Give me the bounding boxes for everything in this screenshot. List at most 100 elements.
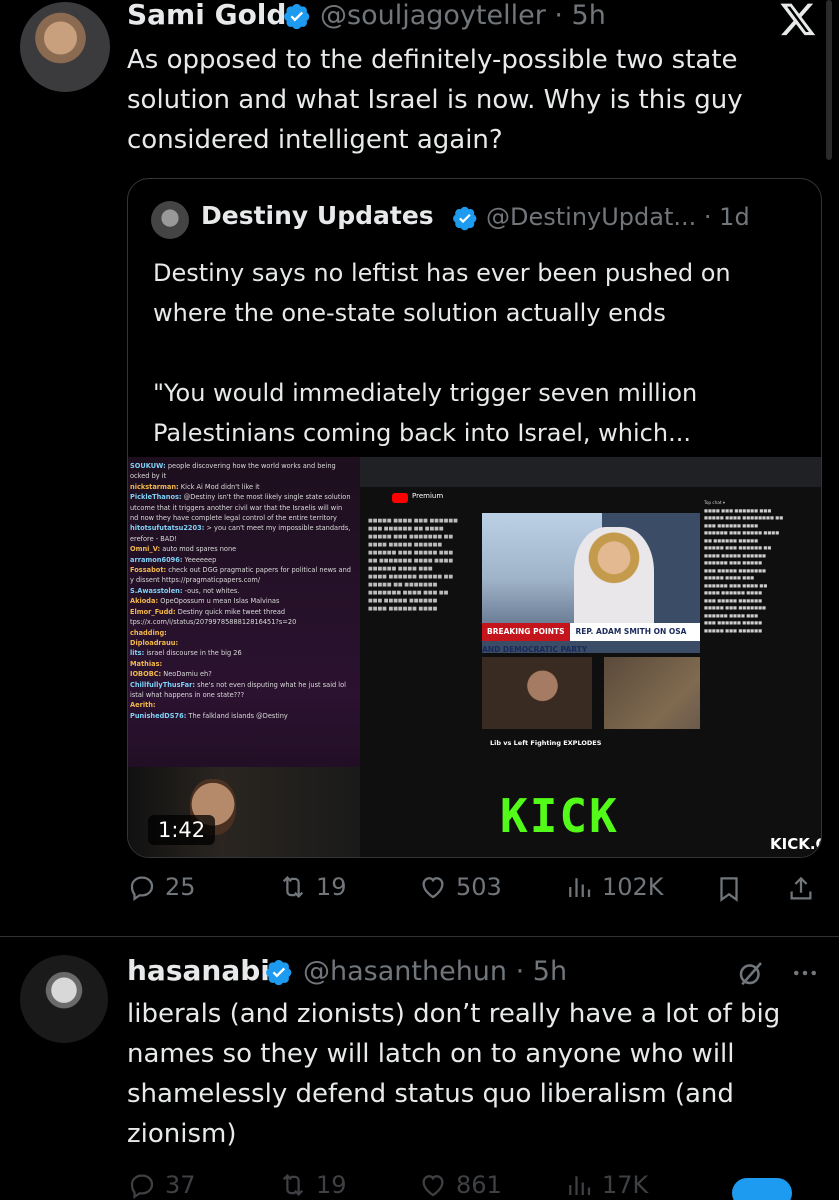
breaking-label: BREAKING POINTS [482,623,570,641]
chat-message: tps://x.com/i/status/2079978588812816451… [130,618,297,627]
repost-button[interactable]: 19 [278,872,347,902]
chat-username: Diploadrauu: [130,638,179,647]
quoted-text-line2: "You would immediately trigger seven mil… [153,379,698,447]
chat-message: ocked by it [130,472,167,481]
repost-count: 19 [316,1171,347,1199]
chat-username: hitotsufutatsu2203: [130,524,205,533]
youtube-premium-label: Premium [412,492,444,500]
views-button[interactable]: 17K [564,1170,648,1200]
quoted-author-handle[interactable]: @DestinyUpdat... · 1d [486,203,750,231]
author-name[interactable]: hasanabi [127,954,270,987]
author-handle[interactable]: @hasanthehun [303,956,507,987]
stream-title: Lib vs Left Fighting EXPLODES [490,739,602,747]
chat-line: nickstarman: Kick Ai Mod didn't like it [130,482,357,492]
chat-line: Diploadrauu: [130,638,357,648]
like-button[interactable]: 503 [418,872,502,902]
guest-webcam [482,657,592,729]
browser-window: Premium ■■■■■ ■■■■ ■■■ ■■■■■■ ■■■ ■■■■■■ … [360,457,821,857]
browser-toolbar [360,457,821,487]
chat-username: PunishedDS76: [130,711,187,720]
kick-logo: KICK [500,789,619,843]
reply-icon [130,1174,154,1200]
chat-username: Akioda: [130,597,159,606]
avatar[interactable] [20,955,108,1043]
chat-username: IOBOBC: [130,670,162,679]
chat-line: lits: israel discourse in the big 26 [130,648,357,658]
chat-username: Elmor_Fudd: [130,607,176,616]
chat-message: istal what happens in one state??? [130,690,245,699]
post-text: liberals (and zionists) don’t really hav… [127,999,781,1149]
avatar[interactable] [20,2,110,92]
repost-icon [282,1174,304,1196]
video-thumbnail[interactable]: SOUKUW: people discovering how the world… [128,457,821,857]
chat-username: Aerith: [130,701,156,710]
chat-message: nd now they have complete legal control … [130,514,337,523]
chat-username: lits: [130,649,145,658]
author-name[interactable]: Sami Gold [127,0,286,31]
chat-message: she's not even disputing what he just sa… [194,680,347,689]
views-button[interactable]: 102K [564,872,664,902]
views-count: 17K [602,1171,649,1199]
chat-line: y dissent https://pragmaticpapers.com/ [130,575,357,585]
chat-username: Fossabot: [130,566,167,575]
views-icon [569,1176,591,1195]
quoted-post[interactable]: Destiny Updates @DestinyUpdat... · 1d De… [127,178,822,858]
chat-message: auto mod spares none [160,545,237,554]
like-button[interactable]: 861 [418,1170,502,1200]
chat-message: people discovering how the world works a… [165,462,336,470]
youtube-logo-icon [392,493,408,503]
quoted-post-text: Destiny says no leftist has ever been pu… [153,253,803,453]
chat-line: SOUKUW: people discovering how the world… [130,461,357,471]
floating-compose-button[interactable] [732,1178,792,1200]
chat-line: tps://x.com/i/status/2079978588812816451… [130,617,357,627]
chat-username: chadding: [130,628,167,637]
chat-message: check out DGG pragmatic papers for polit… [166,566,351,575]
chat-line: ChillfullyThusFar: she's not even disput… [130,680,357,690]
news-anchor [574,527,654,637]
verified-badge-icon [284,4,310,30]
youtube-live-chat: Top chat ▾ ■■■■ ■■■ ■■■■■■ ■■■ ■■■■■ ■■■■ … [700,499,821,829]
chat-line: PunishedDS76: The falkland islands @Dest… [130,711,357,721]
x-logo-icon[interactable] [776,0,820,38]
post-time[interactable]: · 5h [516,956,567,987]
chat-line: hitotsufutatsu2203: > you can't meet my … [130,523,357,533]
chat-message: Yeeeeeep [182,555,217,564]
like-count: 503 [456,873,502,901]
chat-line: IOBOBC: NeoDamiu eh? [130,669,357,679]
divider [0,936,839,937]
chat-message: israel discourse in the big 26 [144,649,242,658]
chat-username: Omni_V: [130,545,161,554]
quoted-text-line1: Destiny says no leftist has ever been pu… [153,259,731,327]
post-text: As opposed to the definitely-possible tw… [127,45,743,155]
bookmark-icon[interactable] [714,874,744,904]
post-time[interactable]: · 5h [554,0,605,31]
reply-count: 37 [165,1171,196,1199]
news-banner: BREAKING POINTS REP. ADAM SMITH ON OSA AN… [482,623,700,653]
x-thread: Sami Gold @souljagoyteller · 5h As oppos… [0,0,839,1200]
video-duration: 1:42 [148,815,216,845]
author-handle[interactable]: @souljagoyteller [320,0,546,31]
share-icon[interactable] [786,874,816,904]
reply-button[interactable]: 25 [127,872,196,902]
repost-button[interactable]: 19 [278,1170,347,1200]
chat-message: Kick Ai Mod didn't like it [178,482,260,491]
grok-icon[interactable] [736,958,766,988]
scrollbar[interactable] [826,0,832,160]
repost-icon [282,876,304,898]
quoted-author-name[interactable]: Destiny Updates [201,201,434,230]
chat-username: Mathias: [130,659,163,668]
like-count: 861 [456,1171,502,1199]
chat-line: erefore - BAD! [130,534,357,544]
more-options-icon[interactable] [790,958,820,988]
kick-url: KICK.COM/DESTINY [770,835,821,853]
chat-line: Mathias: [130,659,357,669]
quoted-avatar[interactable] [151,201,189,239]
repost-count: 19 [316,873,347,901]
heart-icon [422,877,444,899]
reply-button[interactable]: 37 [127,1170,196,1200]
news-video: BREAKING POINTS REP. ADAM SMITH ON OSA AN… [482,513,700,653]
chat-line: ocked by it [130,471,357,481]
verified-badge-icon [266,960,292,986]
chat-line: Omni_V: auto mod spares none [130,544,357,554]
chat-line: S.Awasstolen: -ous, not whites. [130,586,357,596]
